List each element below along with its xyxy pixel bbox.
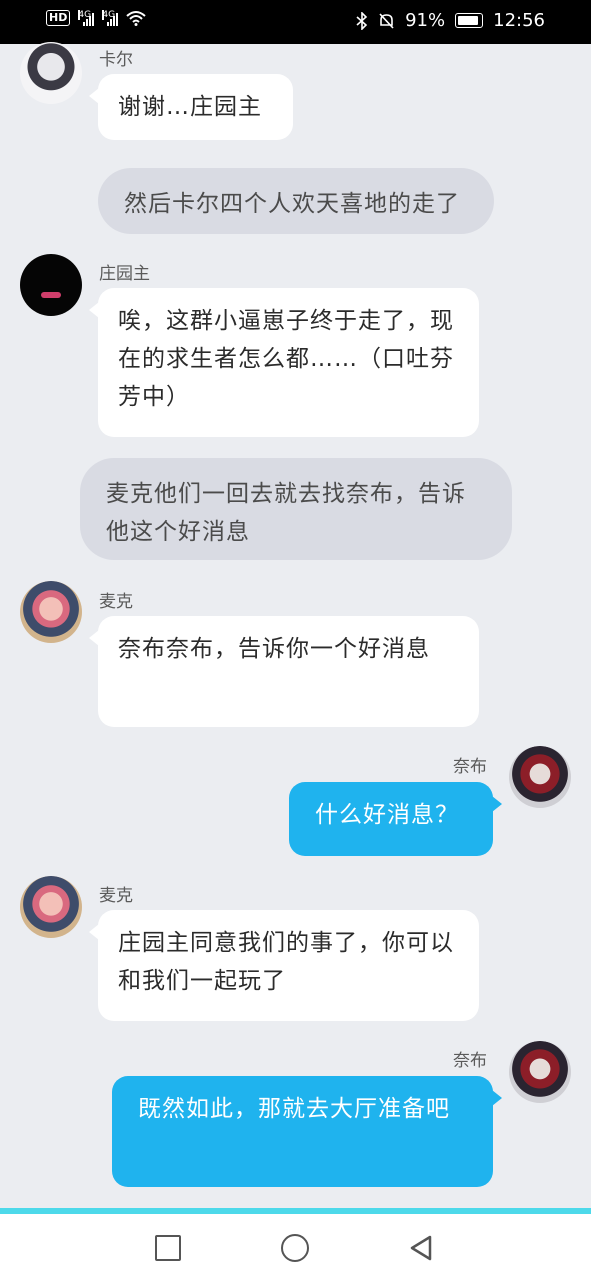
outgoing-message[interactable]: 既然如此，那就去大厅准备吧 [112, 1076, 502, 1187]
status-bar: HD 4G 4G 91% 12:56 [0, 0, 591, 44]
incoming-message[interactable]: 谢谢…庄园主 [89, 74, 293, 140]
narration-message[interactable]: 然后卡尔四个人欢天喜地的走了 [98, 168, 494, 234]
battery-icon [455, 13, 484, 28]
battery-percent: 91% [405, 10, 446, 31]
sender-name: 卡尔 [99, 50, 133, 70]
navigation-bar [0, 1214, 591, 1280]
avatar-mike[interactable] [20, 581, 82, 643]
incoming-message[interactable]: 唉，这群小逼崽子终于走了，现在的求生者怎么都……（口吐芬芳中） [89, 288, 479, 437]
clock: 12:56 [493, 10, 545, 31]
avatar-nabu[interactable] [509, 746, 571, 808]
bluetooth-icon [356, 11, 368, 30]
incoming-message[interactable]: 奈布奈布，告诉你一个好消息 [89, 616, 479, 727]
status-right: 91% 12:56 [356, 10, 545, 31]
wifi-icon [126, 11, 147, 26]
narration-message[interactable]: 麦克他们一回去就去找奈布，告诉他这个好消息 [80, 458, 512, 560]
sender-name: 庄园主 [99, 264, 150, 284]
sender-name: 奈布 [453, 757, 487, 777]
home-icon[interactable] [281, 1234, 309, 1262]
hd-badge: HD [46, 10, 71, 26]
sender-name: 奈布 [453, 1051, 487, 1071]
mute-bell-icon [379, 12, 394, 29]
outgoing-message[interactable]: 什么好消息？ [289, 782, 502, 856]
sender-name: 麦克 [99, 592, 133, 612]
signal-icon: 4G [102, 10, 119, 26]
recent-apps-icon[interactable] [155, 1235, 181, 1261]
avatar-nabu[interactable] [509, 1041, 571, 1103]
status-left: HD 4G 4G [46, 10, 147, 26]
avatar-karl[interactable] [20, 42, 82, 104]
back-icon[interactable] [408, 1234, 434, 1262]
signal-icon: 4G [78, 10, 95, 26]
sender-name: 麦克 [99, 886, 133, 906]
avatar-mike[interactable] [20, 876, 82, 938]
avatar-manor-owner[interactable] [20, 254, 82, 316]
incoming-message[interactable]: 庄园主同意我们的事了，你可以和我们一起玩了 [89, 910, 479, 1021]
